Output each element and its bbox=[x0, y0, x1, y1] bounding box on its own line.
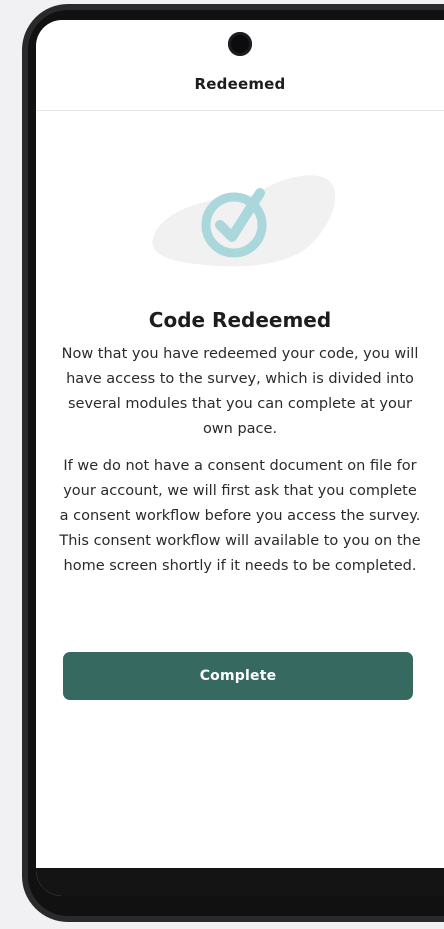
complete-button[interactable]: Complete bbox=[63, 652, 413, 700]
app-screen: Redeemed Code Redeemed Now that you have… bbox=[36, 20, 444, 896]
page-title: Redeemed bbox=[194, 75, 286, 93]
consent-paragraph: If we do not have a consent document on … bbox=[59, 458, 421, 574]
check-circle-icon bbox=[152, 175, 336, 267]
camera-hole bbox=[228, 32, 252, 56]
content-title: Code Redeemed bbox=[148, 308, 332, 332]
info-paragraph: Now that you have redeemed your code, yo… bbox=[61, 346, 419, 437]
bottom-bezel bbox=[36, 868, 444, 896]
